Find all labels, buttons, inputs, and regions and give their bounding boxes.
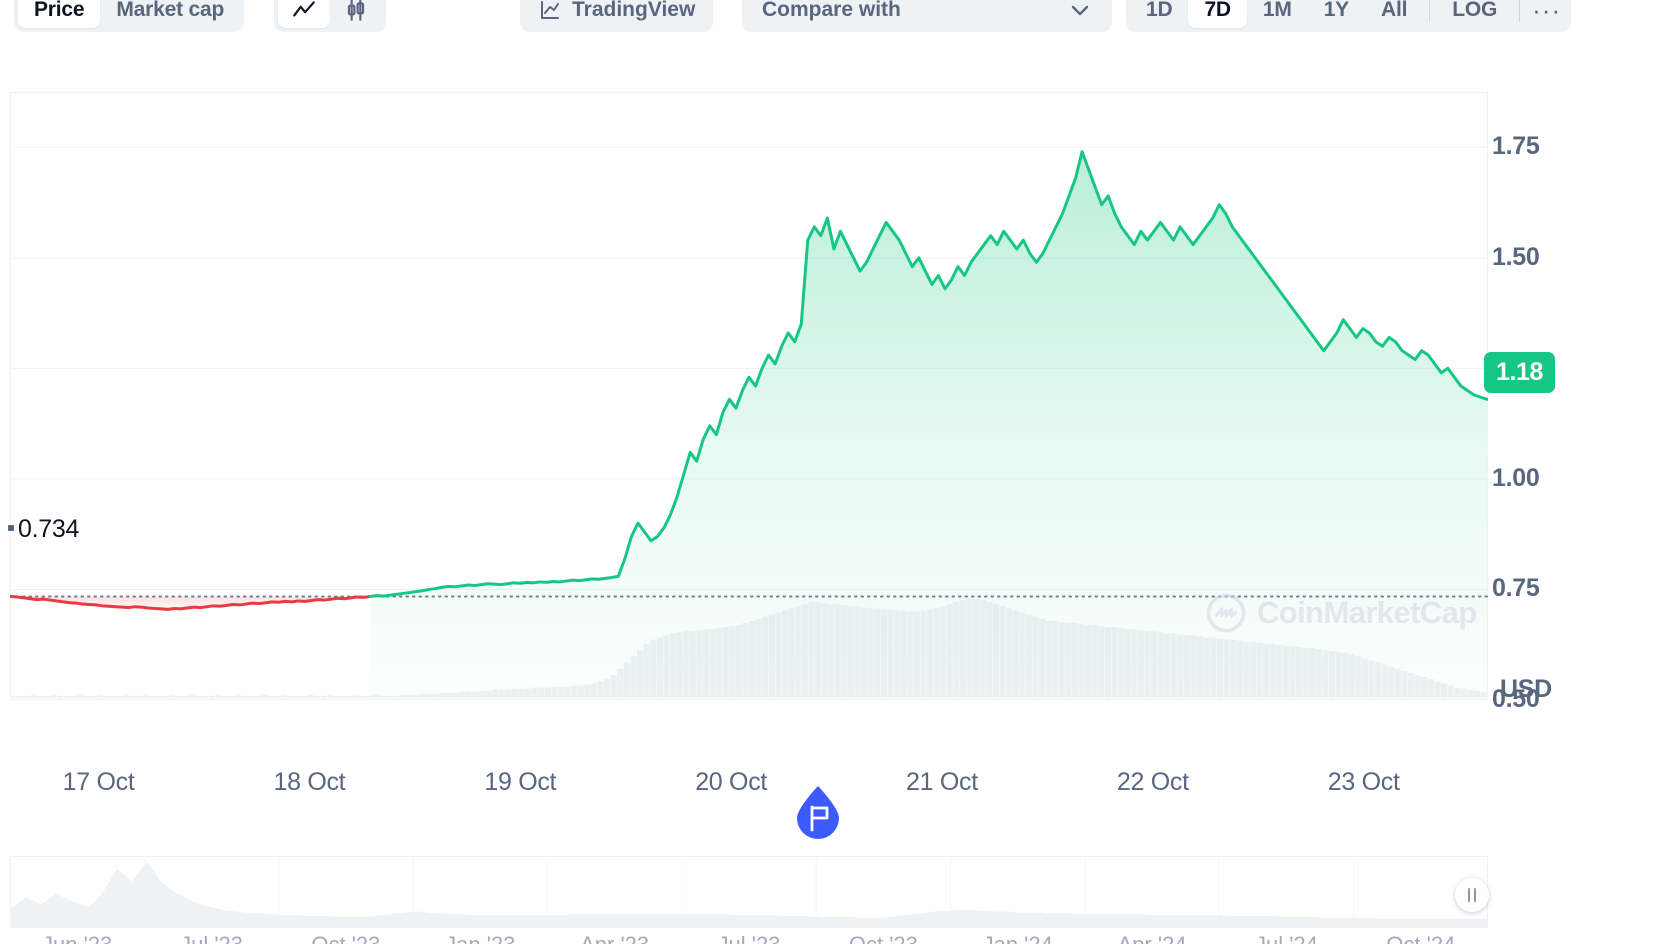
navigator-x-tick: Oct '24 xyxy=(1386,932,1455,944)
flag-marker-glyph xyxy=(797,786,839,839)
candlestick-chart-icon[interactable] xyxy=(330,0,382,28)
navigator-x-tick: Oct '23 xyxy=(311,932,380,944)
x-tick-17-oct: 17 Oct xyxy=(62,768,135,796)
x-tick-19-oct: 19 Oct xyxy=(484,768,557,796)
tab-price[interactable]: Price xyxy=(18,0,101,28)
currency-label: USD xyxy=(1500,675,1552,703)
navigator-area xyxy=(11,862,1487,928)
range-1d[interactable]: 1D xyxy=(1130,0,1188,28)
x-tick-22-oct: 22 Oct xyxy=(1116,768,1189,796)
navigator-x-labels: Jun '23 Jul '23 Oct '23 Jan '23 Apr '23 Jul '… xyxy=(0,932,1680,944)
start-price-label: 0.734 xyxy=(18,515,80,543)
chart-type-group xyxy=(274,0,386,32)
tradingview-icon xyxy=(541,1,559,19)
navigator-x-tick: Jan '23 xyxy=(445,932,515,944)
compare-label: Compare with xyxy=(762,0,901,21)
watermark-text: CoinMarketCap xyxy=(1257,595,1477,630)
line-chart-icon[interactable] xyxy=(278,0,330,28)
x-tick-20-oct: 20 Oct xyxy=(695,768,768,796)
navigator-x-tick: Oct '23 xyxy=(849,932,918,944)
x-tick-18-oct: 18 Oct xyxy=(273,768,346,796)
chart-navigator[interactable] xyxy=(10,856,1488,928)
toolbar-divider-2 xyxy=(1519,0,1521,22)
range-7d[interactable]: 7D xyxy=(1188,0,1247,28)
price-chart-page: Price Market cap TradingView Compare wit… xyxy=(0,0,1680,944)
x-tick-21-oct: 21 Oct xyxy=(906,768,978,796)
coinmarketcap-watermark: CoinMarketCap xyxy=(1205,592,1477,634)
x-tick-23-oct: 23 Oct xyxy=(1327,768,1400,796)
grip-line-2 xyxy=(1474,888,1476,902)
range-1y[interactable]: 1Y xyxy=(1308,0,1365,28)
y-tick-1-00: 1.00 xyxy=(1492,463,1540,492)
y-tick-1-75: 1.75 xyxy=(1492,132,1540,161)
current-price-badge: 1.18 xyxy=(1484,352,1556,393)
tab-market-cap[interactable]: Market cap xyxy=(100,0,240,28)
tradingview-button[interactable]: TradingView xyxy=(520,0,714,32)
tradingview-label: TradingView xyxy=(572,0,696,21)
toolbar-divider-1 xyxy=(1429,0,1431,22)
grip-line-1 xyxy=(1468,888,1470,902)
range-1m[interactable]: 1M xyxy=(1247,0,1308,28)
chart-toolbar: Price Market cap TradingView Compare wit… xyxy=(0,0,1680,38)
navigator-x-tick: Jan '24 xyxy=(983,932,1053,944)
y-tick-1-50: 1.50 xyxy=(1492,242,1540,271)
navigator-x-tick: Jun '23 xyxy=(42,932,112,944)
navigator-x-tick: Apr '24 xyxy=(1118,932,1187,944)
y-tick-0-75: 0.75 xyxy=(1492,574,1540,603)
navigator-x-tick: Jul '23 xyxy=(180,932,243,944)
candlestick-glyph xyxy=(347,0,365,21)
coinmarketcap-logo-icon xyxy=(1206,593,1246,633)
log-scale-button[interactable]: LOG xyxy=(1436,0,1513,28)
more-options-button[interactable]: ··· xyxy=(1526,0,1567,26)
navigator-svg xyxy=(10,856,1488,928)
flag-marker-icon[interactable] xyxy=(793,784,843,842)
compare-with-dropdown[interactable]: Compare with xyxy=(742,0,1112,32)
navigator-x-tick: Apr '23 xyxy=(580,932,649,944)
navigator-x-tick: Jul '23 xyxy=(718,932,781,944)
navigator-x-tick: Jul '24 xyxy=(1255,932,1318,944)
range-all[interactable]: All xyxy=(1365,0,1423,28)
line-chart-glyph xyxy=(293,1,315,17)
chevron-down-icon xyxy=(1071,5,1089,16)
navigator-resize-handle-icon[interactable] xyxy=(1455,878,1489,912)
metric-toggle-group: Price Market cap xyxy=(14,0,245,32)
start-price-dot xyxy=(8,525,14,531)
time-range-group: 1D 7D 1M 1Y All LOG ··· xyxy=(1126,0,1572,32)
